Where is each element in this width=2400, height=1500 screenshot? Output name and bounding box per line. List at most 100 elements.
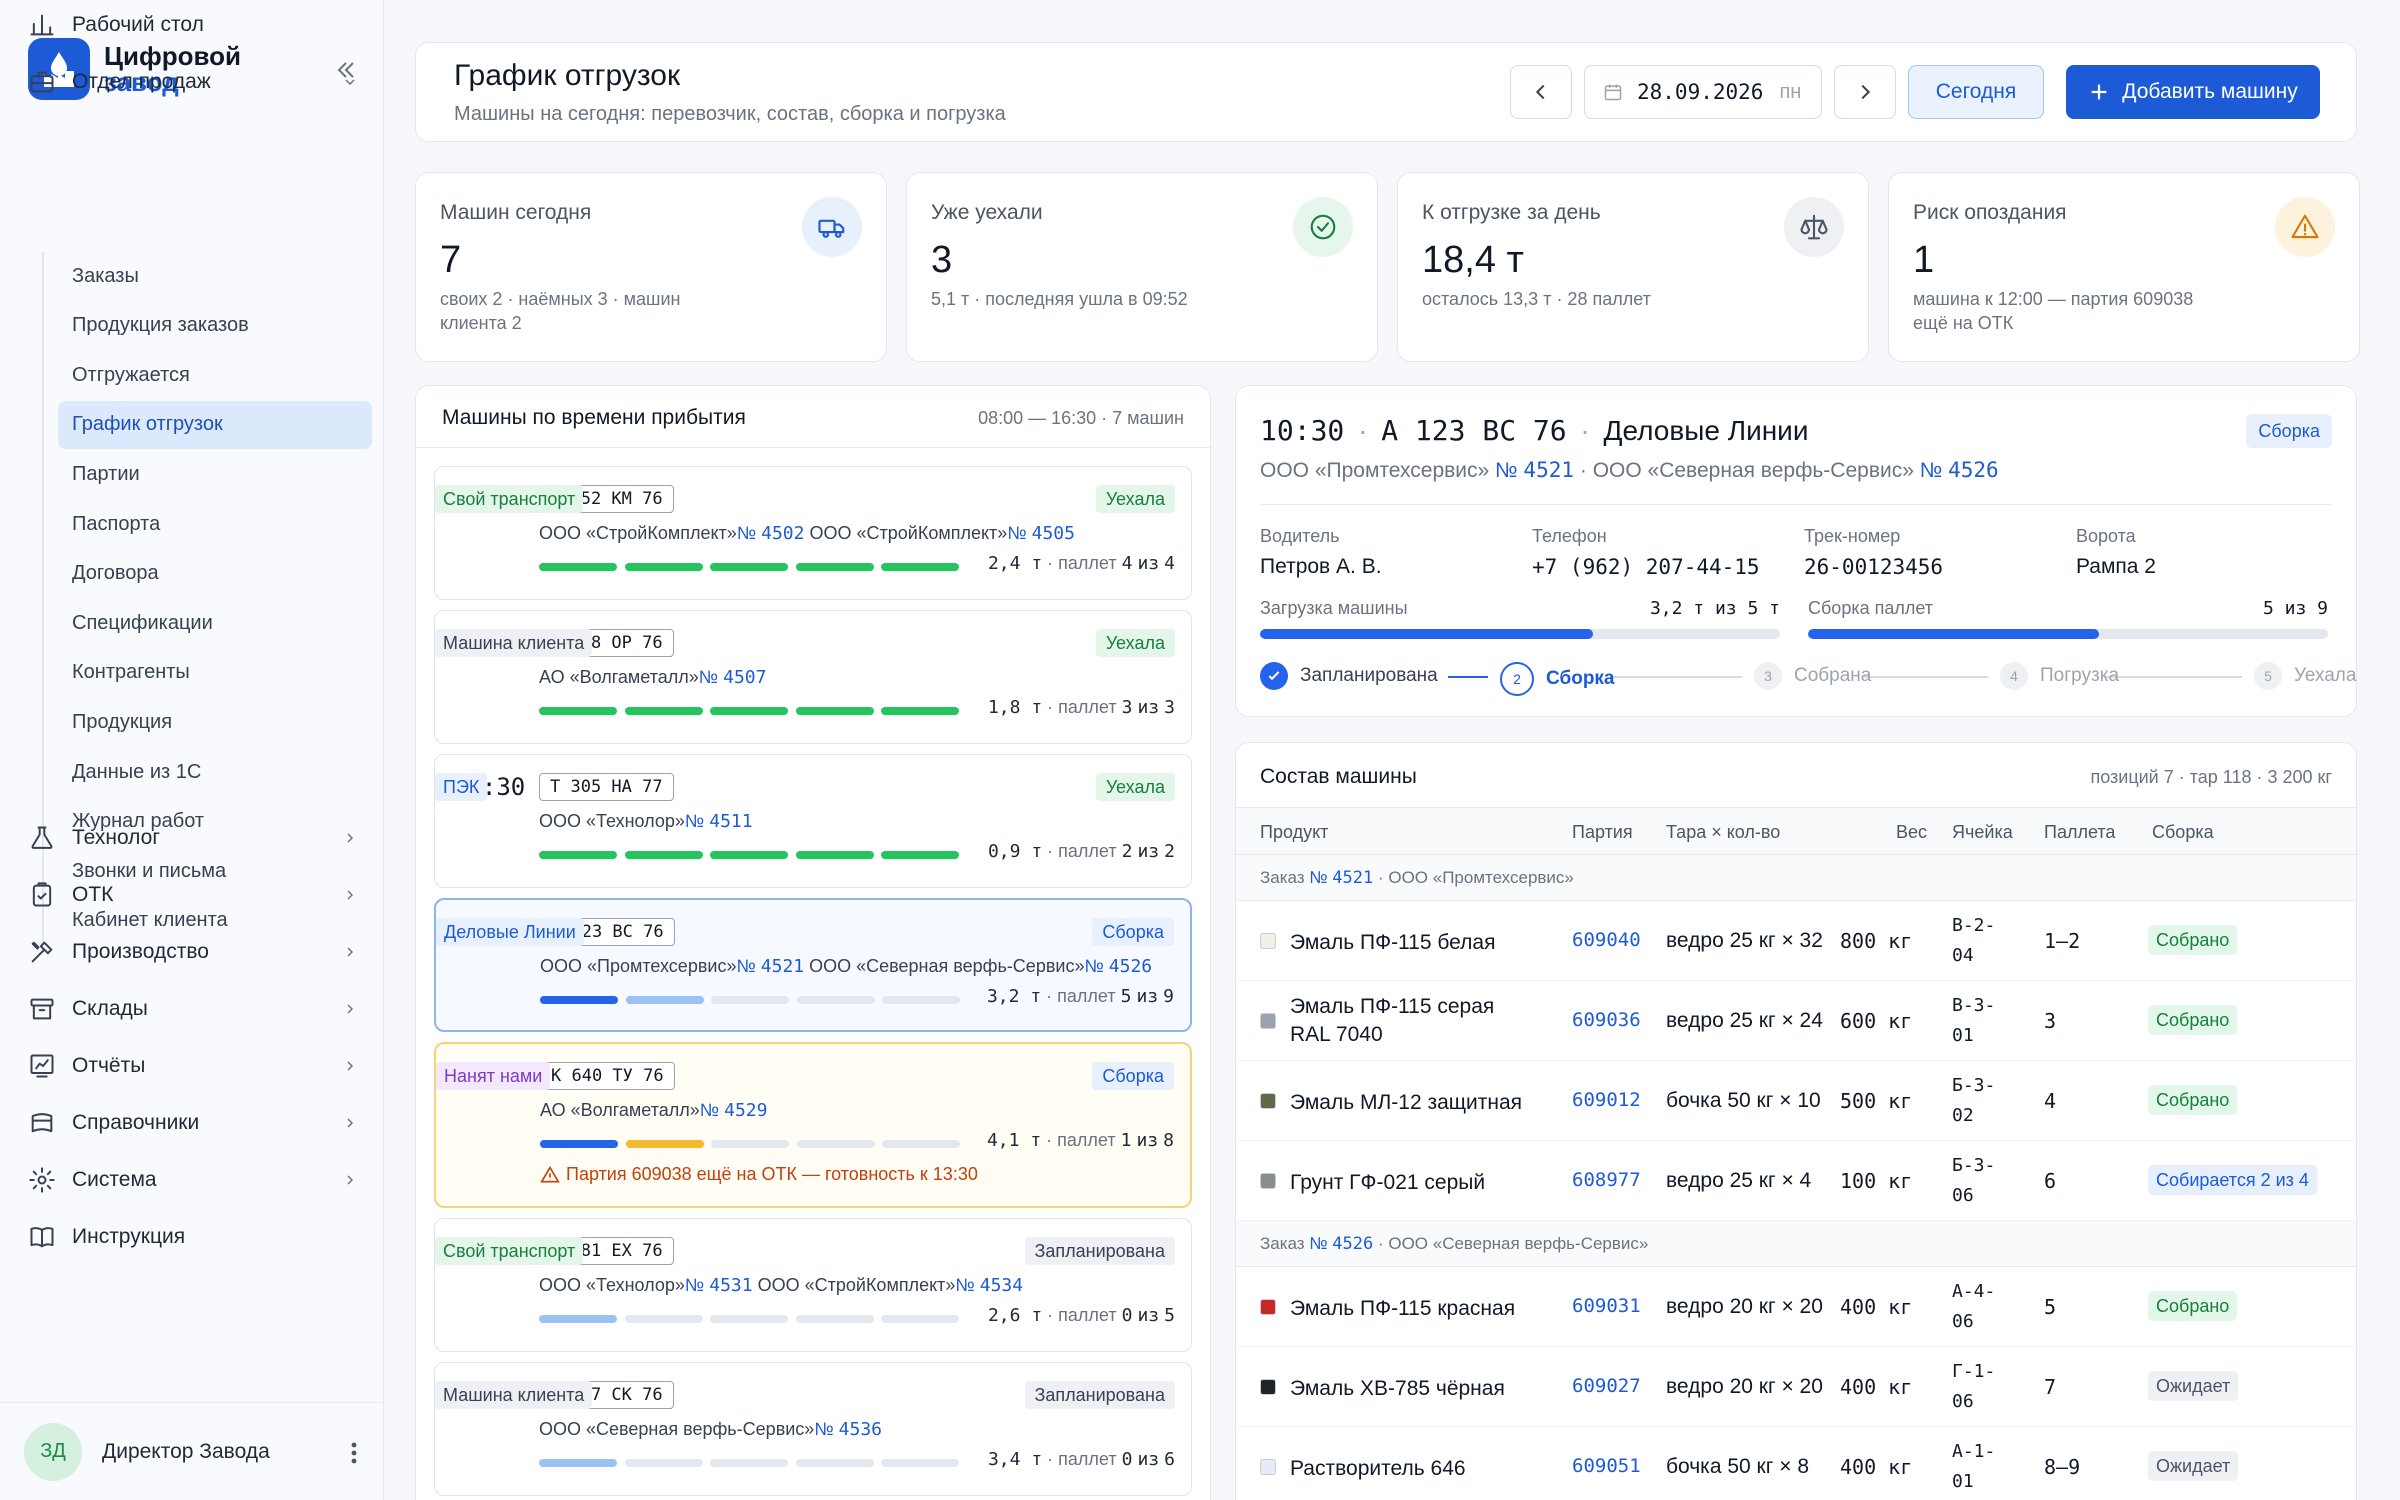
next-day-button[interactable] [1834,65,1896,119]
chevron-right-icon [342,1058,358,1074]
prev-day-button[interactable] [1510,65,1572,119]
lot-link[interactable]: 609012 [1572,1089,1641,1111]
order-link[interactable]: 4502 [761,523,804,544]
sidebar-item-6[interactable]: Склады [26,984,372,1034]
order-link[interactable]: 4526 [1109,956,1152,977]
table-row[interactable]: Эмаль ПФ-115 белая 609040 ведро 25 кг × 32… [1236,901,2356,981]
lot-link[interactable]: 609036 [1572,1009,1641,1031]
storage-cell: А-4-06 [1952,1281,1996,1332]
table-row[interactable]: Эмаль МЛ-12 защитная 609012 бочка 50 кг × … [1236,1061,2356,1141]
sidebar-subitem-11[interactable]: Данные из 1С [58,748,372,796]
sidebar-subitem-1[interactable]: Заказы [58,252,372,300]
order-num-sign: № [1304,868,1333,887]
step-2: 2 Сборка [1500,662,1615,696]
lot-link[interactable]: 609027 [1572,1375,1641,1397]
sidebar-item-9[interactable]: Система [26,1155,372,1205]
sidebar-subitem-5[interactable]: Партии [58,450,372,498]
pallets-done: 3 [1121,697,1133,718]
sidebar-subitem-10[interactable]: Продукция [58,698,372,746]
vehicle-card[interactable]: 14:00В 981 ЕХ 76Свой транспортЗапланиров… [434,1218,1192,1352]
lot-link[interactable]: 609051 [1572,1455,1641,1477]
order-link[interactable]: 4521 [1332,868,1373,888]
sidebar-subitem-6[interactable]: Паспорта [58,500,372,548]
sidebar-subitem-14[interactable]: Кабинет клиента [58,897,372,945]
vehicle-card[interactable]: 16:30Н 207 СК 76Машина клиентаЗапланиров… [434,1362,1192,1496]
sidebar-item-8[interactable]: Справочники [26,1098,372,1148]
pallet-progress-segment [710,707,788,715]
carrier-tag: Деловые Линии [436,918,584,946]
sidebar-subitem-4[interactable]: График отгрузок [58,400,372,449]
col-cell[interactable]: Ячейка [1952,822,2013,843]
order-link[interactable]: 4531 [709,1275,752,1296]
check-icon [1260,662,1288,690]
detail-order1-link[interactable]: 4521 [1523,458,1574,482]
pallets-label: паллет [1058,553,1117,573]
col-pack[interactable]: Тара × кол-во [1666,822,1780,843]
col-pallet[interactable]: Паллета [2044,822,2115,843]
sidebar-item-10[interactable]: Инструкция [26,1212,372,1262]
order-link[interactable]: 4529 [724,1100,767,1121]
lot-link[interactable]: 608977 [1572,1169,1641,1191]
pallet-progress-segment [539,851,617,859]
col-product[interactable]: Продукт [1260,822,1328,843]
sidebar-item-7[interactable]: Отчёты [26,1041,372,1091]
pallet-number: 5 [2044,1295,2057,1319]
vehicle-card[interactable]: 12:00К 640 ТУ 76Нанят намиСборкаАО «Волг… [434,1042,1192,1208]
order-link[interactable]: 4521 [761,956,804,977]
pallet-progress-segment [624,707,703,715]
sidebar-subitem-9[interactable]: Контрагенты [58,649,372,697]
color-swatch [1260,1299,1276,1315]
vehicle-card[interactable]: 08:00Е 452 КМ 76Свой транспортУехалаООО … [434,466,1192,600]
order-link[interactable]: 4507 [723,667,766,688]
storage-cell: В-2-04 [1952,915,1996,966]
step-label: Собрана [1794,665,1872,686]
vehicle-card[interactable]: 09:30 Т 305 НА 77 ПЭК Уехала ООО «Технолор»№… [434,754,1192,888]
phone-value[interactable]: +7 (962) 207-44-15 [1532,555,1760,579]
stat-value: 7 [440,239,462,281]
pallet-progress-segment [540,1140,618,1148]
table-row[interactable]: Эмаль ПФ-115 серая RAL 7040 609036 ведро 2… [1236,981,2356,1061]
delay-warning-text: Партия 609038 ещё на ОТК — готовность к … [566,1164,978,1184]
check-circle-icon [1293,197,1353,257]
sidebar-subitem-7[interactable]: Договора [58,550,372,598]
date-picker[interactable]: 28.09.2026 пн [1584,65,1822,119]
table-row[interactable]: Растворитель 646 609051 бочка 50 кг × 8 400… [1236,1427,2356,1500]
add-vehicle-button[interactable]: Добавить машину [2066,65,2320,119]
order-link[interactable]: 4534 [980,1275,1023,1296]
user-panel[interactable]: ЗД Директор Завода [0,1402,384,1500]
vehicle-card[interactable]: 09:00М 718 ОР 76Машина клиентаУехалаАО «… [434,610,1192,744]
order-num-sign: № [955,1275,980,1295]
sidebar-item-2[interactable]: Отдел продаж [26,57,372,107]
order-link[interactable]: 4505 [1032,523,1075,544]
tools-icon [26,936,58,968]
sidebar-subitem-12[interactable]: Журнал работ [58,798,372,846]
pallet-progress-segment [625,996,704,1004]
table-row[interactable]: Грунт ГФ-021 серый 608977 ведро 25 кг × 4 1… [1236,1141,2356,1221]
detail-order2-link[interactable]: 4526 [1948,458,1999,482]
more-vertical-icon[interactable] [350,1441,358,1465]
lot-link[interactable]: 609040 [1572,929,1641,951]
load-summary: 0,9 т · паллет 2 из 2 [987,841,1175,862]
table-row[interactable]: Эмаль ПФ-115 красная 609031 ведро 20 кг × … [1236,1267,2356,1347]
lot-link[interactable]: 609031 [1572,1295,1641,1317]
pallets-of: из [1136,986,1159,1007]
col-lot[interactable]: Партия [1572,822,1633,843]
today-button[interactable]: Сегодня [1908,65,2044,119]
sidebar-subitem-3[interactable]: Отгружается [58,351,372,399]
pallets-total: 2 [1164,841,1175,862]
stat-card-2: Уже уехали 3 5,1 т · последняя ушла в 09:5… [906,172,1378,362]
order-link[interactable]: 4536 [839,1419,882,1440]
col-assembly[interactable]: Сборка [2152,822,2214,843]
stat-value: 3 [931,239,953,281]
pallet-assembly-progress: Сборка паллет 5 из 9 [1808,598,2328,639]
vehicle-card[interactable]: 10:30А 123 ВС 76Деловые ЛинииСборкаООО «… [434,898,1192,1032]
sidebar-subitem-2[interactable]: Продукция заказов [58,302,372,350]
order-link[interactable]: 4511 [709,811,752,832]
sidebar-item-1[interactable]: Рабочий стол [26,0,372,50]
sidebar-subitem-13[interactable]: Звонки и письма [58,847,372,895]
col-weight[interactable]: Вес [1896,822,1927,843]
detail-plate: А 123 ВС 76 [1381,414,1567,447]
table-row[interactable]: Эмаль ХВ-785 чёрная 609027 ведро 20 кг × 2… [1236,1347,2356,1427]
order-link[interactable]: 4526 [1332,1234,1373,1254]
sidebar-subitem-8[interactable]: Спецификации [58,599,372,647]
